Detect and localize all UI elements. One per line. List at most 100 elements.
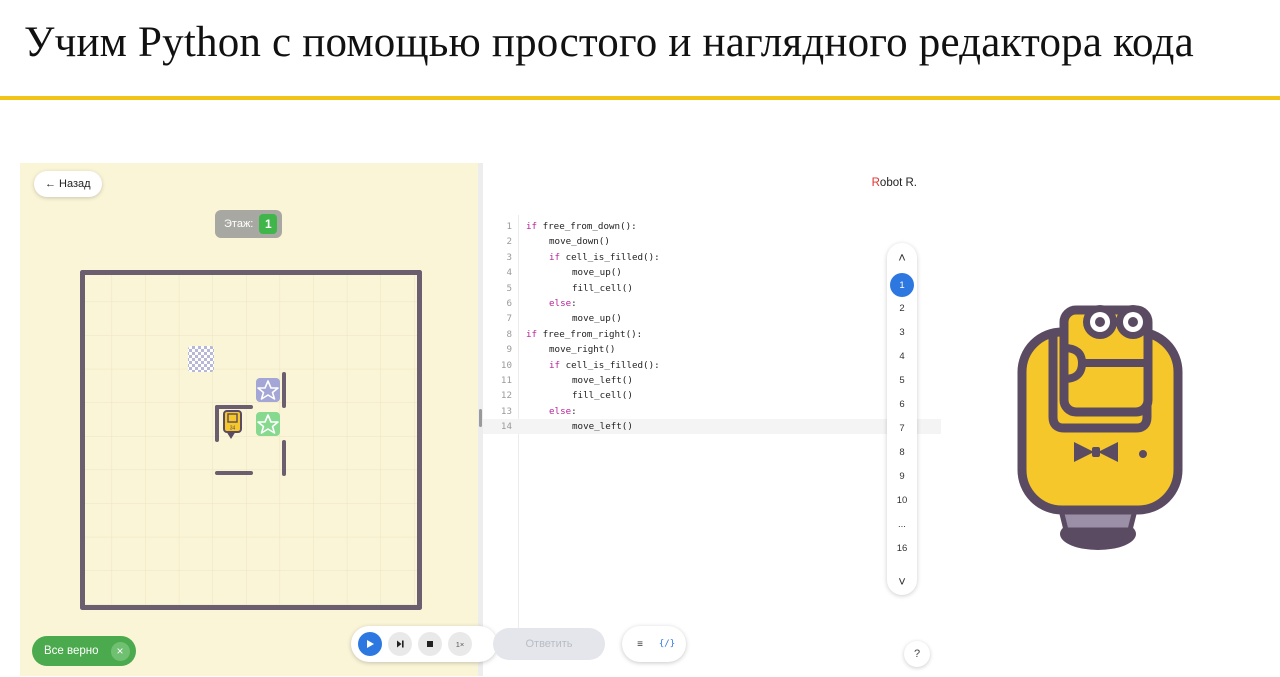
code-line[interactable]: 7 move_up() [483, 311, 941, 326]
code-line[interactable]: 6 else: [483, 296, 941, 311]
code-text: if free_from_right(): [526, 327, 642, 342]
code-statement: move_up() [572, 267, 622, 279]
code-text: move_left() [526, 373, 633, 388]
code-line[interactable]: 5 fill_cell() [483, 281, 941, 296]
format-icon[interactable]: ≡ [630, 634, 650, 654]
line-number: 10 [500, 359, 512, 371]
floor-indicator: Этаж: 1 [215, 210, 283, 238]
line-number: 3 [506, 251, 512, 263]
task-nav-item[interactable]: 5 [890, 369, 914, 391]
game-board: 34 [80, 270, 422, 610]
code-text: move_up() [526, 311, 622, 326]
title-underline [0, 96, 1280, 100]
status-badge: Все верно × [32, 636, 136, 666]
divider-handle[interactable] [479, 409, 482, 427]
answer-button[interactable]: Ответить [493, 628, 605, 660]
brand-logo: Robot R. [871, 177, 917, 189]
code-line[interactable]: 10 if cell_is_filled(): [483, 358, 941, 373]
code-text: if cell_is_filled(): [526, 250, 660, 265]
step-button[interactable] [388, 632, 412, 656]
line-number: 8 [506, 328, 512, 340]
code-statement: free_from_right(): [537, 328, 643, 340]
robot-mascot-icon [1017, 305, 1183, 550]
code-line[interactable]: 12 fill_cell() [483, 388, 941, 403]
code-line[interactable]: 13 else: [483, 404, 941, 419]
code-line[interactable]: 9 move_right() [483, 342, 941, 357]
code-statement: move_down() [549, 236, 610, 248]
wall-bottom [80, 605, 422, 610]
code-statement: move_left() [572, 421, 633, 433]
star-target-icon [256, 412, 280, 436]
task-nav-item[interactable]: 7 [890, 417, 914, 439]
step-icon [397, 640, 404, 648]
help-button[interactable]: ? [904, 641, 930, 667]
speed-button[interactable]: 1× [448, 632, 472, 656]
field-pane: ← Назад Этаж: 1 34 Все верно × [20, 163, 478, 676]
task-nav-item[interactable]: 1 [890, 273, 914, 297]
task-nav-item[interactable]: 9 [890, 465, 914, 487]
code-statement: : [571, 297, 577, 309]
code-text: move_right() [526, 342, 615, 357]
wall-left [80, 270, 85, 610]
code-keyword: if [526, 328, 538, 340]
task-nav-item[interactable]: 3 [890, 321, 914, 343]
line-number: 9 [506, 344, 512, 356]
snippet-icon[interactable]: {/} [657, 634, 677, 654]
code-line[interactable]: 14 move_left() [483, 419, 941, 435]
inner-wall [282, 372, 286, 408]
line-number: 2 [506, 236, 512, 248]
inner-wall [215, 471, 253, 475]
wall-right [417, 270, 422, 610]
code-line[interactable]: 4 move_up() [483, 265, 941, 280]
code-area[interactable]: 1 if free_from_down(): 2 move_down() 3 if cel… [483, 219, 941, 435]
board-grid [83, 273, 419, 607]
code-statement: free_from_down(): [537, 221, 637, 232]
code-editor-pane: Robot R. 1 if free_from_down(): 2 move_down… [483, 163, 941, 676]
task-navigator: ˄ ˅ 1 2 3 4 5 6 7 8 9 10... 16 [887, 243, 917, 595]
task-nav-item[interactable]: 2 [890, 297, 914, 319]
code-statement: cell_is_filled(): [560, 359, 660, 371]
line-number: 11 [500, 374, 512, 386]
stop-button[interactable] [418, 632, 442, 656]
close-icon[interactable]: × [110, 641, 130, 661]
code-keyword: else [549, 405, 572, 417]
code-line[interactable]: 11 move_left() [483, 373, 941, 388]
robot-label: 34 [230, 426, 236, 432]
filled-cell [188, 346, 214, 372]
floor-number[interactable]: 1 [259, 214, 278, 234]
code-text: fill_cell() [526, 388, 633, 403]
code-keyword: if [549, 251, 561, 263]
robot-app: ← Назад Этаж: 1 34 Все верно × Robot R. … [20, 163, 941, 676]
task-nav-item[interactable]: 8 [890, 441, 914, 463]
line-number: 4 [506, 267, 512, 279]
code-statement: fill_cell() [572, 390, 633, 402]
code-statement: : [571, 405, 577, 417]
line-number: 6 [506, 297, 512, 309]
task-nav-item[interactable]: 16 [890, 537, 914, 559]
back-button[interactable]: ← Назад [34, 171, 102, 197]
code-text: if free_from_down(): [526, 219, 637, 234]
chevron-down-icon[interactable]: ˅ [887, 570, 917, 592]
line-number: 1 [506, 221, 512, 232]
inner-wall [282, 440, 286, 476]
line-number: 5 [506, 282, 512, 294]
task-nav-item[interactable]: 10 [890, 489, 914, 511]
floor-label: Этаж: [224, 218, 254, 230]
task-nav-item[interactable]: 6 [890, 393, 914, 415]
play-icon [367, 640, 374, 648]
code-line[interactable]: 1 if free_from_down(): [483, 219, 941, 234]
play-button[interactable] [358, 632, 382, 656]
code-line[interactable]: 8 if free_from_right(): [483, 327, 941, 342]
editor-tools: ≡ {/} [622, 626, 686, 662]
code-statement: fill_cell() [572, 282, 633, 294]
code-text: move_up() [526, 265, 622, 280]
code-text: fill_cell() [526, 281, 633, 296]
code-line[interactable]: 2 move_down() [483, 234, 941, 249]
stop-icon [427, 641, 433, 647]
task-nav-item[interactable]: 4 [890, 345, 914, 367]
code-line[interactable]: 3 if cell_is_filled(): [483, 250, 941, 265]
chevron-up-icon[interactable]: ˄ [887, 246, 917, 268]
task-nav-item[interactable]: ... [890, 513, 914, 535]
line-number: 12 [500, 390, 512, 402]
slide-title: Учим Python с помощью простого и наглядн… [24, 19, 1194, 66]
